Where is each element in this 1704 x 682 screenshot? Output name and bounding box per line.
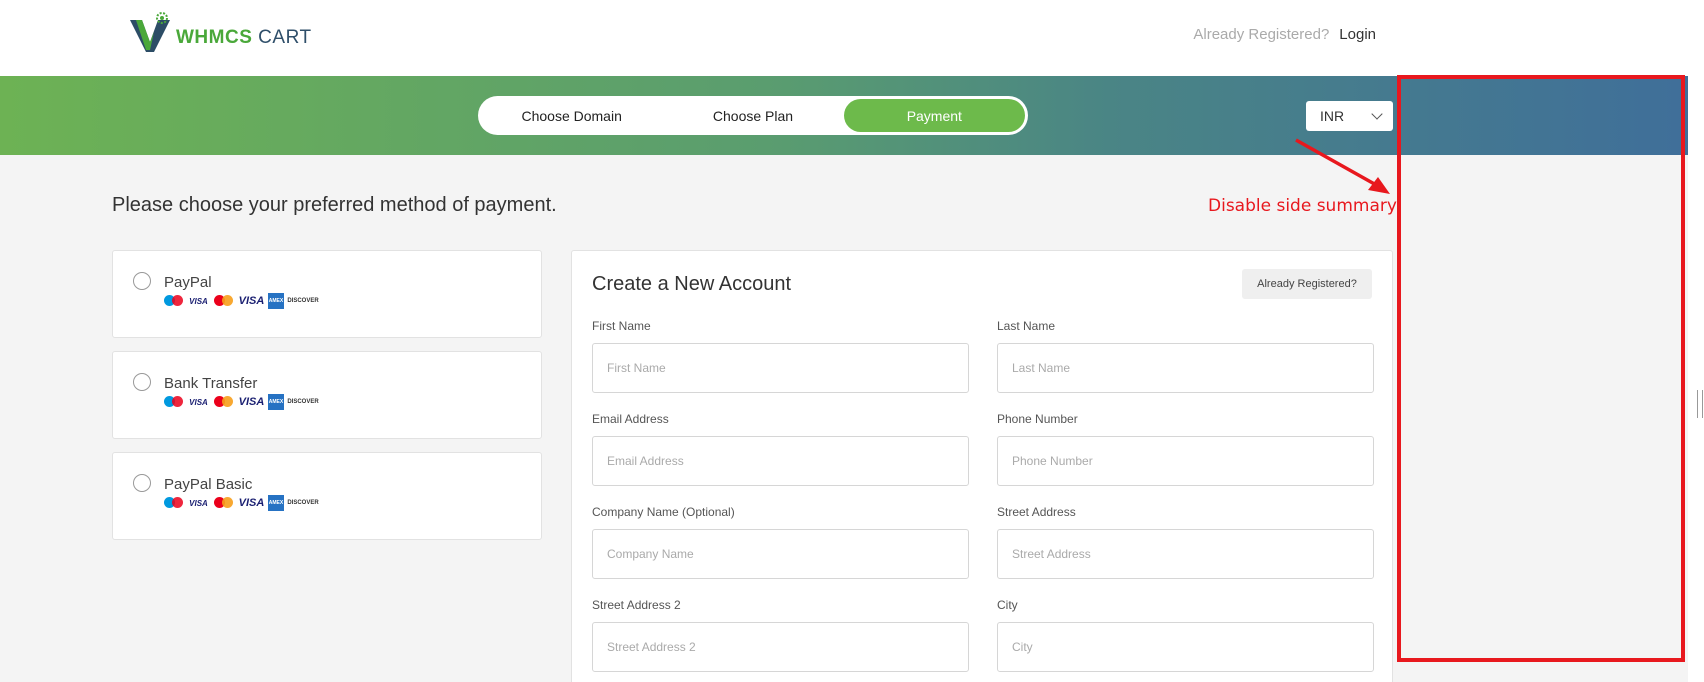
radio-button[interactable] [133,474,151,492]
amex-icon: AMEX [268,293,284,309]
payment-option-paypal[interactable]: PayPal VISA VISA AMEX DISCOVER [112,250,542,338]
discover-icon: DISCOVER [287,298,319,304]
annotation-highlight-box [1397,75,1685,662]
amex-icon: AMEX [268,495,284,511]
visa-electron-icon: VISA [189,397,208,407]
city-label: City [997,598,1018,612]
company-label: Company Name (Optional) [592,505,735,519]
site-logo[interactable]: WHMCS CART [128,10,312,54]
page-title: Please choose your preferred method of p… [112,194,557,216]
logo-mark-icon [130,12,170,52]
first-name-label: First Name [592,319,651,333]
step-choose-plan[interactable]: Choose Plan [662,99,843,132]
street2-field[interactable] [592,622,969,672]
mastercard-icon [213,294,235,308]
mastercard-icon [213,496,235,510]
payment-method-name: PayPal Basic [164,476,253,493]
email-field[interactable] [592,436,969,486]
logo-word-bold: WHMCS [176,27,253,48]
site-header: WHMCS CART Already Registered? Login [0,0,1704,76]
maestro-icon [164,395,184,409]
company-field[interactable] [592,529,969,579]
payment-method-name: PayPal [164,274,212,291]
visa-electron-icon: VISA [189,498,208,508]
account-title: Create a New Account [592,273,791,295]
visa-electron-icon: VISA [189,296,208,306]
email-label: Email Address [592,412,669,426]
payment-method-name: Bank Transfer [164,375,258,392]
currency-value: INR [1320,108,1345,124]
payment-option-bank-transfer[interactable]: Bank Transfer VISA VISA AMEX DISCOVER [112,351,542,439]
street-label: Street Address [997,505,1076,519]
discover-icon: DISCOVER [287,399,319,405]
card-logos: VISA VISA AMEX DISCOVER [164,495,319,511]
city-field[interactable] [997,622,1374,672]
street2-label: Street Address 2 [592,598,681,612]
visa-icon: VISA [238,396,265,408]
checkout-steps: Choose Domain Choose Plan Payment [478,96,1028,135]
logo-word-normal: CART [252,27,312,48]
create-account-panel: Create a New Account Already Registered?… [571,250,1393,682]
scrollbar[interactable] [1688,0,1704,682]
phone-field[interactable] [997,436,1374,486]
chevron-down-icon [1371,108,1383,120]
last-name-label: Last Name [997,319,1056,333]
maestro-icon [164,496,184,510]
payment-option-paypal-basic[interactable]: PayPal Basic VISA VISA AMEX DISCOVER [112,452,542,540]
already-registered-button[interactable]: Already Registered? [1242,269,1372,299]
visa-icon: VISA [238,295,265,307]
discover-icon: DISCOVER [287,500,319,506]
maestro-icon [164,294,184,308]
logo-text: WHMCS CART [176,27,312,49]
scrollbar-grip-icon[interactable] [1697,390,1703,418]
radio-button[interactable] [133,272,151,290]
header-account-links: Already Registered? Login [1193,26,1376,43]
last-name-field[interactable] [997,343,1374,393]
card-logos: VISA VISA AMEX DISCOVER [164,293,319,309]
currency-select[interactable]: INR [1306,101,1393,131]
amex-icon: AMEX [268,394,284,410]
already-registered-text: Already Registered? [1193,26,1330,43]
step-choose-domain[interactable]: Choose Domain [481,99,662,132]
phone-label: Phone Number [997,412,1078,426]
step-payment[interactable]: Payment [843,99,1025,132]
street-field[interactable] [997,529,1374,579]
card-logos: VISA VISA AMEX DISCOVER [164,394,319,410]
mastercard-icon [213,395,235,409]
first-name-field[interactable] [592,343,969,393]
annotation-label: Disable side summary [1208,196,1397,216]
visa-icon: VISA [238,497,265,509]
radio-button[interactable] [133,373,151,391]
login-link[interactable]: Login [1339,26,1376,43]
